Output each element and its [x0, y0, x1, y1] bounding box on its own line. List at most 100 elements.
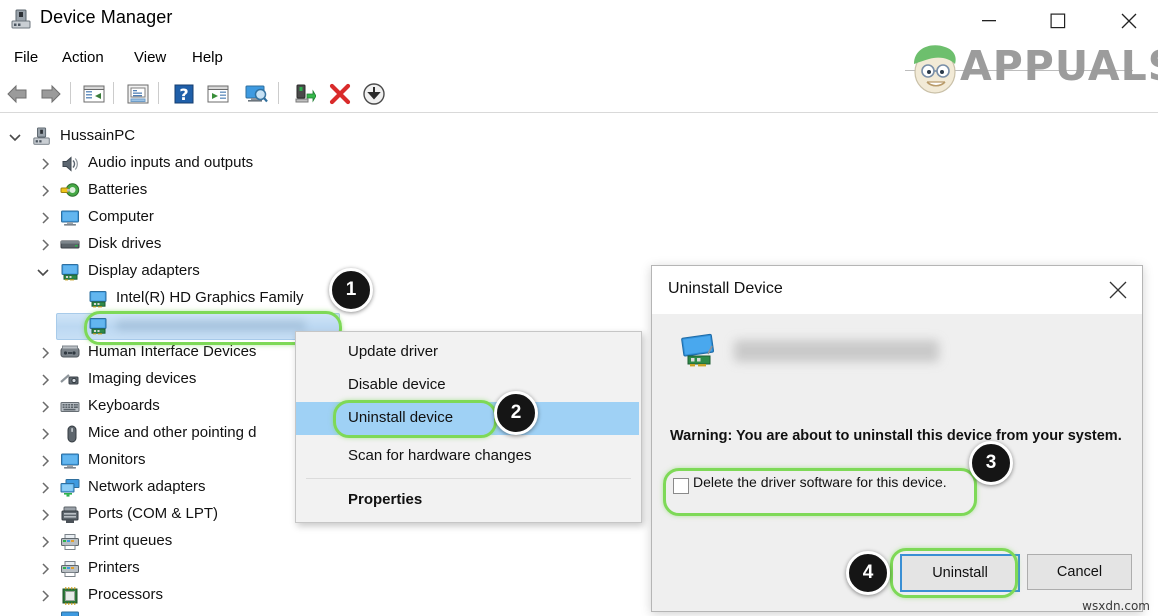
chevron-down-icon[interactable]	[36, 265, 50, 279]
chevron-right-icon[interactable]	[38, 211, 52, 225]
menu-item-scan-for-hardware-changes[interactable]: Scan for hardware changes	[296, 440, 639, 473]
dialog-warning-text: Warning: You are about to uninstall this…	[670, 428, 1122, 444]
imaging-device-icon	[60, 370, 80, 390]
tree-item-label: Batteries	[88, 181, 147, 198]
tree-item-label: Monitors	[88, 451, 146, 468]
menu-file[interactable]: File	[8, 47, 44, 68]
appuals-watermark: APPUALS	[905, 40, 1135, 95]
printer-icon	[60, 532, 80, 552]
scan-for-hardware-changes-icon[interactable]	[242, 80, 270, 108]
mouse-icon	[62, 424, 82, 444]
uninstall-device-icon[interactable]	[326, 80, 354, 108]
chevron-right-icon[interactable]	[38, 346, 52, 360]
menu-item-label: Scan for hardware changes	[348, 447, 531, 464]
back-arrow-icon[interactable]	[4, 80, 32, 108]
monitor-icon	[60, 208, 80, 228]
properties-icon[interactable]	[124, 80, 152, 108]
tree-item-label: Imaging devices	[88, 370, 196, 387]
menu-divider	[306, 478, 631, 479]
tree-item-partial[interactable]	[0, 609, 640, 616]
computer-node-icon	[32, 127, 52, 147]
monitor-icon	[60, 609, 80, 616]
show-hide-console-tree-icon[interactable]	[80, 80, 108, 108]
context-menu[interactable]: Update driver Disable device Uninstall d…	[295, 331, 642, 523]
tree-item-label: Display adapters	[88, 262, 200, 279]
chevron-right-icon[interactable]	[38, 454, 52, 468]
tree-item-root[interactable]: HussainPC	[0, 123, 640, 150]
menu-item-uninstall-device[interactable]: Uninstall device	[296, 402, 639, 435]
tree-item-batteries[interactable]: Batteries	[0, 177, 640, 204]
tree-item-disk-drives[interactable]: Disk drives	[0, 231, 640, 258]
chevron-right-icon[interactable]	[38, 481, 52, 495]
uninstall-button[interactable]: Uninstall	[900, 554, 1020, 592]
menu-item-update-driver[interactable]: Update driver	[296, 336, 639, 369]
maximize-button[interactable]	[1035, 0, 1081, 42]
chevron-right-icon[interactable]	[38, 508, 52, 522]
monitor-icon	[60, 451, 80, 471]
appuals-wordmark: APPUALS	[960, 42, 1158, 90]
menu-item-properties[interactable]: Properties	[296, 484, 639, 517]
cancel-button[interactable]: Cancel	[1027, 554, 1132, 590]
menu-item-disable-device[interactable]: Disable device	[296, 369, 639, 402]
printer-icon	[60, 559, 80, 579]
display-adapter-icon	[60, 262, 80, 282]
close-icon[interactable]	[1100, 272, 1136, 308]
chevron-right-icon[interactable]	[38, 373, 52, 387]
tree-item-label: Mice and other pointing d	[88, 424, 256, 441]
step-badge-2: 2	[494, 391, 538, 435]
minimize-button[interactable]	[966, 0, 1012, 42]
chevron-right-icon[interactable]	[38, 157, 52, 171]
tree-item-processors[interactable]: Processors	[0, 582, 640, 609]
menu-help[interactable]: Help	[186, 47, 229, 68]
step-badge-3: 3	[969, 441, 1013, 485]
port-icon	[60, 505, 80, 525]
tree-item-label: Printers	[88, 559, 140, 576]
close-button[interactable]	[1106, 0, 1152, 42]
device-manager-icon	[10, 8, 32, 30]
battery-icon	[60, 181, 80, 201]
delete-driver-checkbox-label: Delete the driver software for this devi…	[693, 474, 947, 490]
svg-text:?: ?	[179, 85, 188, 104]
site-watermark: wsxdn.com	[1082, 599, 1150, 613]
tree-item-audio-inputs-and-outputs[interactable]: Audio inputs and outputs	[0, 150, 640, 177]
tree-item-intel-hd-graphics-family[interactable]: Intel(R) HD Graphics Family	[0, 285, 640, 312]
menu-action[interactable]: Action	[56, 47, 110, 68]
disk-drive-icon	[60, 235, 80, 255]
chevron-down-icon[interactable]	[8, 130, 22, 144]
update-driver-icon[interactable]	[290, 80, 318, 108]
tree-item-label: Keyboards	[88, 397, 160, 414]
dialog-title: Uninstall Device	[668, 280, 783, 298]
tree-item-label: HussainPC	[60, 127, 135, 144]
keyboard-icon	[60, 397, 80, 417]
delete-driver-checkbox[interactable]	[673, 478, 689, 494]
chevron-right-icon[interactable]	[38, 589, 52, 603]
window-titlebar: Device Manager	[0, 0, 1158, 42]
menu-item-label: Update driver	[348, 343, 438, 360]
disable-device-icon[interactable]	[360, 80, 388, 108]
network-adapter-icon	[60, 478, 80, 498]
menu-item-label: Properties	[348, 491, 422, 508]
chevron-right-icon[interactable]	[38, 562, 52, 576]
step-badge-4: 4	[846, 551, 890, 595]
help-icon[interactable]: ?	[170, 80, 198, 108]
menu-item-label: Disable device	[348, 376, 446, 393]
display-adapter-icon	[88, 289, 108, 309]
show-hide-action-pane-icon[interactable]	[204, 80, 232, 108]
forward-arrow-icon[interactable]	[36, 80, 64, 108]
chevron-right-icon[interactable]	[38, 427, 52, 441]
uninstall-device-dialog: Uninstall Device Warning: You are about …	[651, 265, 1143, 612]
tree-item-label: Ports (COM & LPT)	[88, 505, 218, 522]
tree-item-display-adapters[interactable]: Display adapters	[0, 258, 640, 285]
tree-item-computer[interactable]: Computer	[0, 204, 640, 231]
hid-icon	[60, 343, 80, 363]
dialog-titlebar: Uninstall Device	[652, 266, 1142, 314]
chevron-right-icon[interactable]	[38, 400, 52, 414]
chevron-right-icon[interactable]	[38, 184, 52, 198]
menu-view[interactable]: View	[128, 47, 172, 68]
tree-item-print-queues[interactable]: Print queues	[0, 528, 640, 555]
tree-item-label: Print queues	[88, 532, 172, 549]
tree-item-printers[interactable]: Printers	[0, 555, 640, 582]
chevron-right-icon[interactable]	[38, 238, 52, 252]
chevron-right-icon[interactable]	[38, 535, 52, 549]
menu-item-label: Uninstall device	[348, 409, 453, 426]
